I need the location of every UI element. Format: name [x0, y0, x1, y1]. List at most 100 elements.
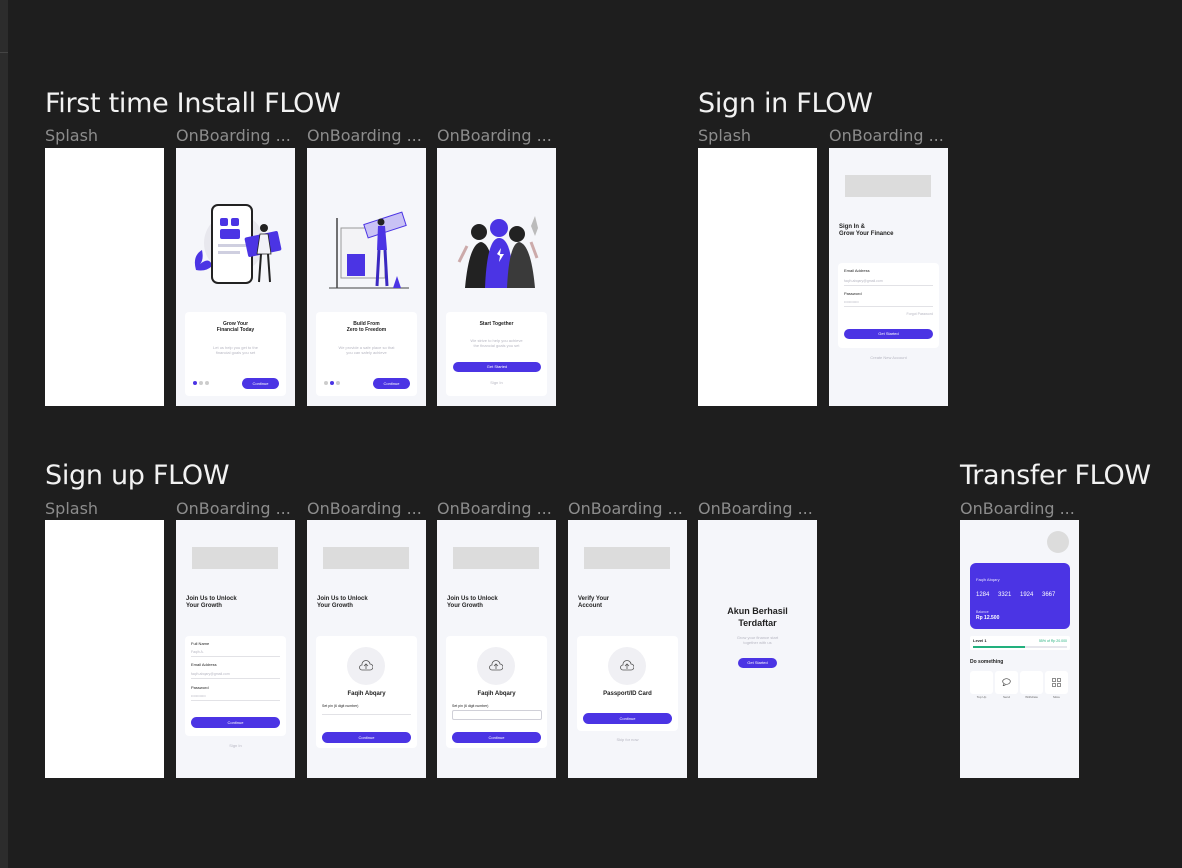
- onboarding-card: Start Together We strive to help you ach…: [446, 312, 547, 396]
- avatar-upload[interactable]: [347, 647, 385, 685]
- frame-label[interactable]: OnBoarding ...: [568, 499, 683, 518]
- card-holder-name: Faqih Abqary: [976, 577, 1000, 582]
- action-label: More: [1053, 695, 1060, 699]
- balance-card[interactable]: Faqih Abqary 1284 3321 1924 3667 Balance…: [970, 563, 1070, 629]
- avatar-upload[interactable]: [477, 647, 515, 685]
- continue-button[interactable]: Continue: [452, 732, 541, 743]
- splash-frame[interactable]: [45, 520, 164, 778]
- logo-placeholder: [584, 547, 670, 569]
- frame-label[interactable]: OnBoarding ...: [698, 499, 813, 518]
- page-dot-active: [330, 381, 334, 385]
- action-more[interactable]: [1045, 671, 1068, 694]
- set-pin-frame-2[interactable]: Join Us to Unlock Your Growth Faqih Abqa…: [437, 520, 556, 778]
- continue-button[interactable]: Continue: [242, 378, 279, 389]
- frame-label[interactable]: OnBoarding ...: [437, 499, 552, 518]
- section-title-install: First time Install FLOW: [45, 88, 341, 119]
- onboarding-title: Start Together: [479, 321, 514, 327]
- sign-in-frame[interactable]: Sign In & Grow Your Finance Email Addres…: [829, 148, 948, 406]
- password-label: Password: [844, 291, 862, 296]
- action-top-up[interactable]: [970, 671, 993, 694]
- sign-in-title: Sign In & Grow Your Finance: [839, 224, 894, 237]
- balance-value: Rp 12.500: [976, 615, 1000, 621]
- frame-label[interactable]: OnBoarding ...: [829, 126, 944, 145]
- id-card-label: Passport/ID Card: [603, 691, 652, 697]
- onboarding-frame-2[interactable]: Build From Zero to Freedom We provide a …: [307, 148, 426, 406]
- sign-in-link[interactable]: Sign In: [176, 743, 295, 749]
- id-upload[interactable]: [608, 647, 646, 685]
- action-withdraw[interactable]: [1020, 671, 1043, 694]
- logo-placeholder: [192, 547, 278, 569]
- sign-in-card: Email Address faqih.abqary@gmail.com Pas…: [838, 263, 939, 348]
- level-progress-track: [973, 646, 1067, 648]
- onboarding-title: Grow Your Financial Today: [216, 321, 255, 333]
- pin-field[interactable]: [452, 710, 542, 720]
- sign-up-success-frame[interactable]: Akun Berhasil Terdaftar Grow your financ…: [698, 520, 817, 778]
- team-illustration: [457, 216, 539, 288]
- continue-button[interactable]: Continue: [583, 713, 672, 724]
- password-underline: [844, 306, 933, 307]
- email-field[interactable]: faqih.abqary@gmail.com: [191, 672, 230, 676]
- upload-icon: [620, 660, 634, 671]
- sign-up-form-frame[interactable]: Join Us to Unlock Your Growth Full Name …: [176, 520, 295, 778]
- sign-in-link[interactable]: Sign In: [446, 380, 547, 386]
- frame-label[interactable]: OnBoarding ...: [176, 499, 291, 518]
- verify-title: Verify Your Account: [578, 596, 610, 609]
- frame-label[interactable]: OnBoarding ...: [307, 499, 422, 518]
- pin-card: Faqih Abqary Set pin (6 digit number) Co…: [316, 636, 417, 748]
- logo-placeholder: [323, 547, 409, 569]
- verify-account-frame[interactable]: Verify Your Account Passport/ID Card Con…: [568, 520, 687, 778]
- onboarding-card: Grow Your Financial Today Let us help yo…: [185, 312, 286, 396]
- left-panel-edge: [0, 0, 8, 868]
- forgot-password-link[interactable]: Forgot Password: [907, 312, 933, 316]
- onboarding-frame-3[interactable]: Start Together We strive to help you ach…: [437, 148, 556, 406]
- avatar[interactable]: [1047, 531, 1069, 553]
- home-frame[interactable]: Faqih Abqary 1284 3321 1924 3667 Balance…: [960, 520, 1079, 778]
- sign-up-card: Full Name Faqih A. Email Address faqih.a…: [185, 636, 286, 736]
- card-number-4: 3667: [1042, 592, 1056, 598]
- user-name: Faqih Abqary: [347, 691, 386, 697]
- pin-field[interactable]: [322, 714, 411, 715]
- get-started-button[interactable]: Get Started: [453, 362, 541, 372]
- frame-label[interactable]: Splash: [45, 126, 98, 145]
- continue-button[interactable]: Continue: [322, 732, 411, 743]
- onboarding-description: We strive to help you achieve the financ…: [470, 338, 523, 348]
- get-started-button[interactable]: Get Started: [738, 658, 777, 668]
- splash-frame[interactable]: [45, 148, 164, 406]
- logo-placeholder: [845, 175, 931, 197]
- sign-up-title: Join Us to Unlock Your Growth: [447, 596, 498, 609]
- frame-label[interactable]: OnBoarding ...: [960, 499, 1075, 518]
- sign-up-title: Join Us to Unlock Your Growth: [186, 596, 237, 609]
- sign-up-title: Join Us to Unlock Your Growth: [317, 596, 368, 609]
- user-name: Faqih Abqary: [477, 691, 516, 697]
- action-label: Withdraw: [1025, 695, 1038, 699]
- continue-button[interactable]: Continue: [191, 717, 280, 728]
- frame-label[interactable]: OnBoarding ...: [307, 126, 422, 145]
- card-number-2: 3321: [998, 592, 1012, 598]
- password-field[interactable]: ••••••••••••: [844, 300, 859, 304]
- get-started-button[interactable]: Get Started: [844, 329, 933, 339]
- splash-frame[interactable]: [698, 148, 817, 406]
- email-field[interactable]: faqih.abqary@gmail.com: [844, 279, 883, 283]
- create-account-link[interactable]: Create New Account: [829, 355, 948, 361]
- success-title: Akun Berhasil Terdaftar: [727, 606, 788, 628]
- logo-placeholder: [453, 547, 539, 569]
- section-title-signin: Sign in FLOW: [698, 88, 873, 119]
- email-label: Email Address: [844, 268, 870, 273]
- page-dot: [336, 381, 340, 385]
- password-underline: [191, 700, 280, 701]
- level-label: Level 1: [973, 638, 987, 643]
- skip-link[interactable]: Skip for now: [568, 737, 687, 743]
- continue-button[interactable]: Continue: [373, 378, 410, 389]
- action-send[interactable]: [995, 671, 1018, 694]
- onboarding-frame-1[interactable]: Grow Your Financial Today Let us help yo…: [176, 148, 295, 406]
- full-name-field[interactable]: Faqih A.: [191, 650, 204, 654]
- frame-label[interactable]: OnBoarding ...: [176, 126, 291, 145]
- frame-label[interactable]: OnBoarding ...: [437, 126, 552, 145]
- frame-label[interactable]: Splash: [45, 499, 98, 518]
- set-pin-frame-1[interactable]: Join Us to Unlock Your Growth Faqih Abqa…: [307, 520, 426, 778]
- frame-label[interactable]: Splash: [698, 126, 751, 145]
- email-label: Email Address: [191, 662, 217, 667]
- edge-divider: [0, 52, 8, 53]
- password-field[interactable]: ••••••••••••: [191, 694, 206, 698]
- chat-icon: [1002, 678, 1011, 686]
